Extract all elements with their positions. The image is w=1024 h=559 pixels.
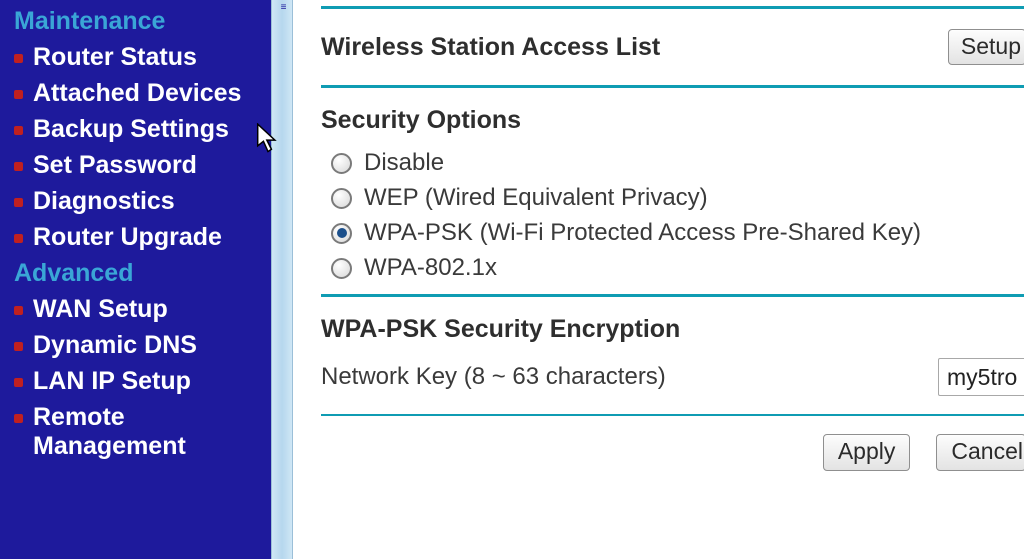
apply-button[interactable]: Apply [823, 434, 911, 471]
setup-button[interactable]: Setup [948, 29, 1024, 65]
bullet-icon [14, 306, 23, 315]
divider [321, 294, 1024, 297]
security-options-title: Security Options [321, 106, 1024, 135]
network-key-input[interactable] [938, 358, 1024, 396]
encryption-title: WPA-PSK Security Encryption [321, 315, 1024, 344]
sidebar-item-set-password[interactable]: Set Password [12, 151, 261, 180]
sidebar-item-label: Set Password [33, 151, 197, 180]
sidebar-nav: Maintenance Router Status Attached Devic… [0, 0, 271, 559]
radio-label: WPA-PSK (Wi-Fi Protected Access Pre-Shar… [364, 219, 921, 247]
radio-icon [331, 258, 352, 279]
sidebar-item-attached-devices[interactable]: Attached Devices [12, 79, 261, 108]
sidebar-item-label: Diagnostics [33, 187, 175, 216]
sidebar-item-label: Remote Management [33, 403, 261, 461]
sidebar-item-router-upgrade[interactable]: Router Upgrade [12, 223, 261, 252]
cancel-button[interactable]: Cancel [936, 434, 1024, 471]
radio-label: WEP (Wired Equivalent Privacy) [364, 184, 708, 212]
bullet-icon [14, 378, 23, 387]
sidebar-item-label: WAN Setup [33, 295, 168, 324]
sidebar-item-backup-settings[interactable]: Backup Settings [12, 115, 261, 144]
radio-icon [331, 223, 352, 244]
bullet-icon [14, 126, 23, 135]
sidebar-item-label: LAN IP Setup [33, 367, 191, 396]
bullet-icon [14, 198, 23, 207]
security-option-wpa-psk[interactable]: WPA-PSK (Wi-Fi Protected Access Pre-Shar… [331, 219, 1024, 247]
sidebar-item-label: Router Upgrade [33, 223, 222, 252]
radio-label: Disable [364, 149, 444, 177]
sidebar-section-advanced: Advanced [14, 259, 261, 288]
sidebar-item-diagnostics[interactable]: Diagnostics [12, 187, 261, 216]
network-key-row: Network Key (8 ~ 63 characters) [321, 358, 1024, 396]
sidebar-item-label: Attached Devices [33, 79, 241, 108]
sidebar-item-dynamic-dns[interactable]: Dynamic DNS [12, 331, 261, 360]
sidebar-section-maintenance: Maintenance [14, 7, 261, 36]
bullet-icon [14, 54, 23, 63]
main-content: Wireless Station Access List Setup Secur… [293, 0, 1024, 559]
security-option-disable[interactable]: Disable [331, 149, 1024, 177]
vertical-scrollbar[interactable]: ≡ [271, 0, 293, 559]
security-options-group: Disable WEP (Wired Equivalent Privacy) W… [331, 149, 1024, 282]
access-list-title: Wireless Station Access List [321, 33, 660, 62]
sidebar-item-label: Router Status [33, 43, 197, 72]
bullet-icon [14, 234, 23, 243]
sidebar-item-lan-ip-setup[interactable]: LAN IP Setup [12, 367, 261, 396]
security-option-wpa-8021x[interactable]: WPA-802.1x [331, 254, 1024, 282]
sidebar-item-label: Backup Settings [33, 115, 229, 144]
security-option-wep[interactable]: WEP (Wired Equivalent Privacy) [331, 184, 1024, 212]
radio-label: WPA-802.1x [364, 254, 497, 282]
bullet-icon [14, 162, 23, 171]
footer-buttons: Apply Cancel [321, 416, 1024, 471]
bullet-icon [14, 90, 23, 99]
sidebar-item-router-status[interactable]: Router Status [12, 43, 261, 72]
access-list-row: Wireless Station Access List Setup [321, 9, 1024, 85]
network-key-label: Network Key (8 ~ 63 characters) [321, 363, 666, 391]
radio-icon [331, 153, 352, 174]
sidebar-item-label: Dynamic DNS [33, 331, 197, 360]
sidebar-item-remote-management[interactable]: Remote Management [12, 403, 261, 461]
scrollbar-marker-icon: ≡ [278, 4, 289, 13]
bullet-icon [14, 414, 23, 423]
divider [321, 85, 1024, 88]
sidebar-item-wan-setup[interactable]: WAN Setup [12, 295, 261, 324]
bullet-icon [14, 342, 23, 351]
radio-icon [331, 188, 352, 209]
